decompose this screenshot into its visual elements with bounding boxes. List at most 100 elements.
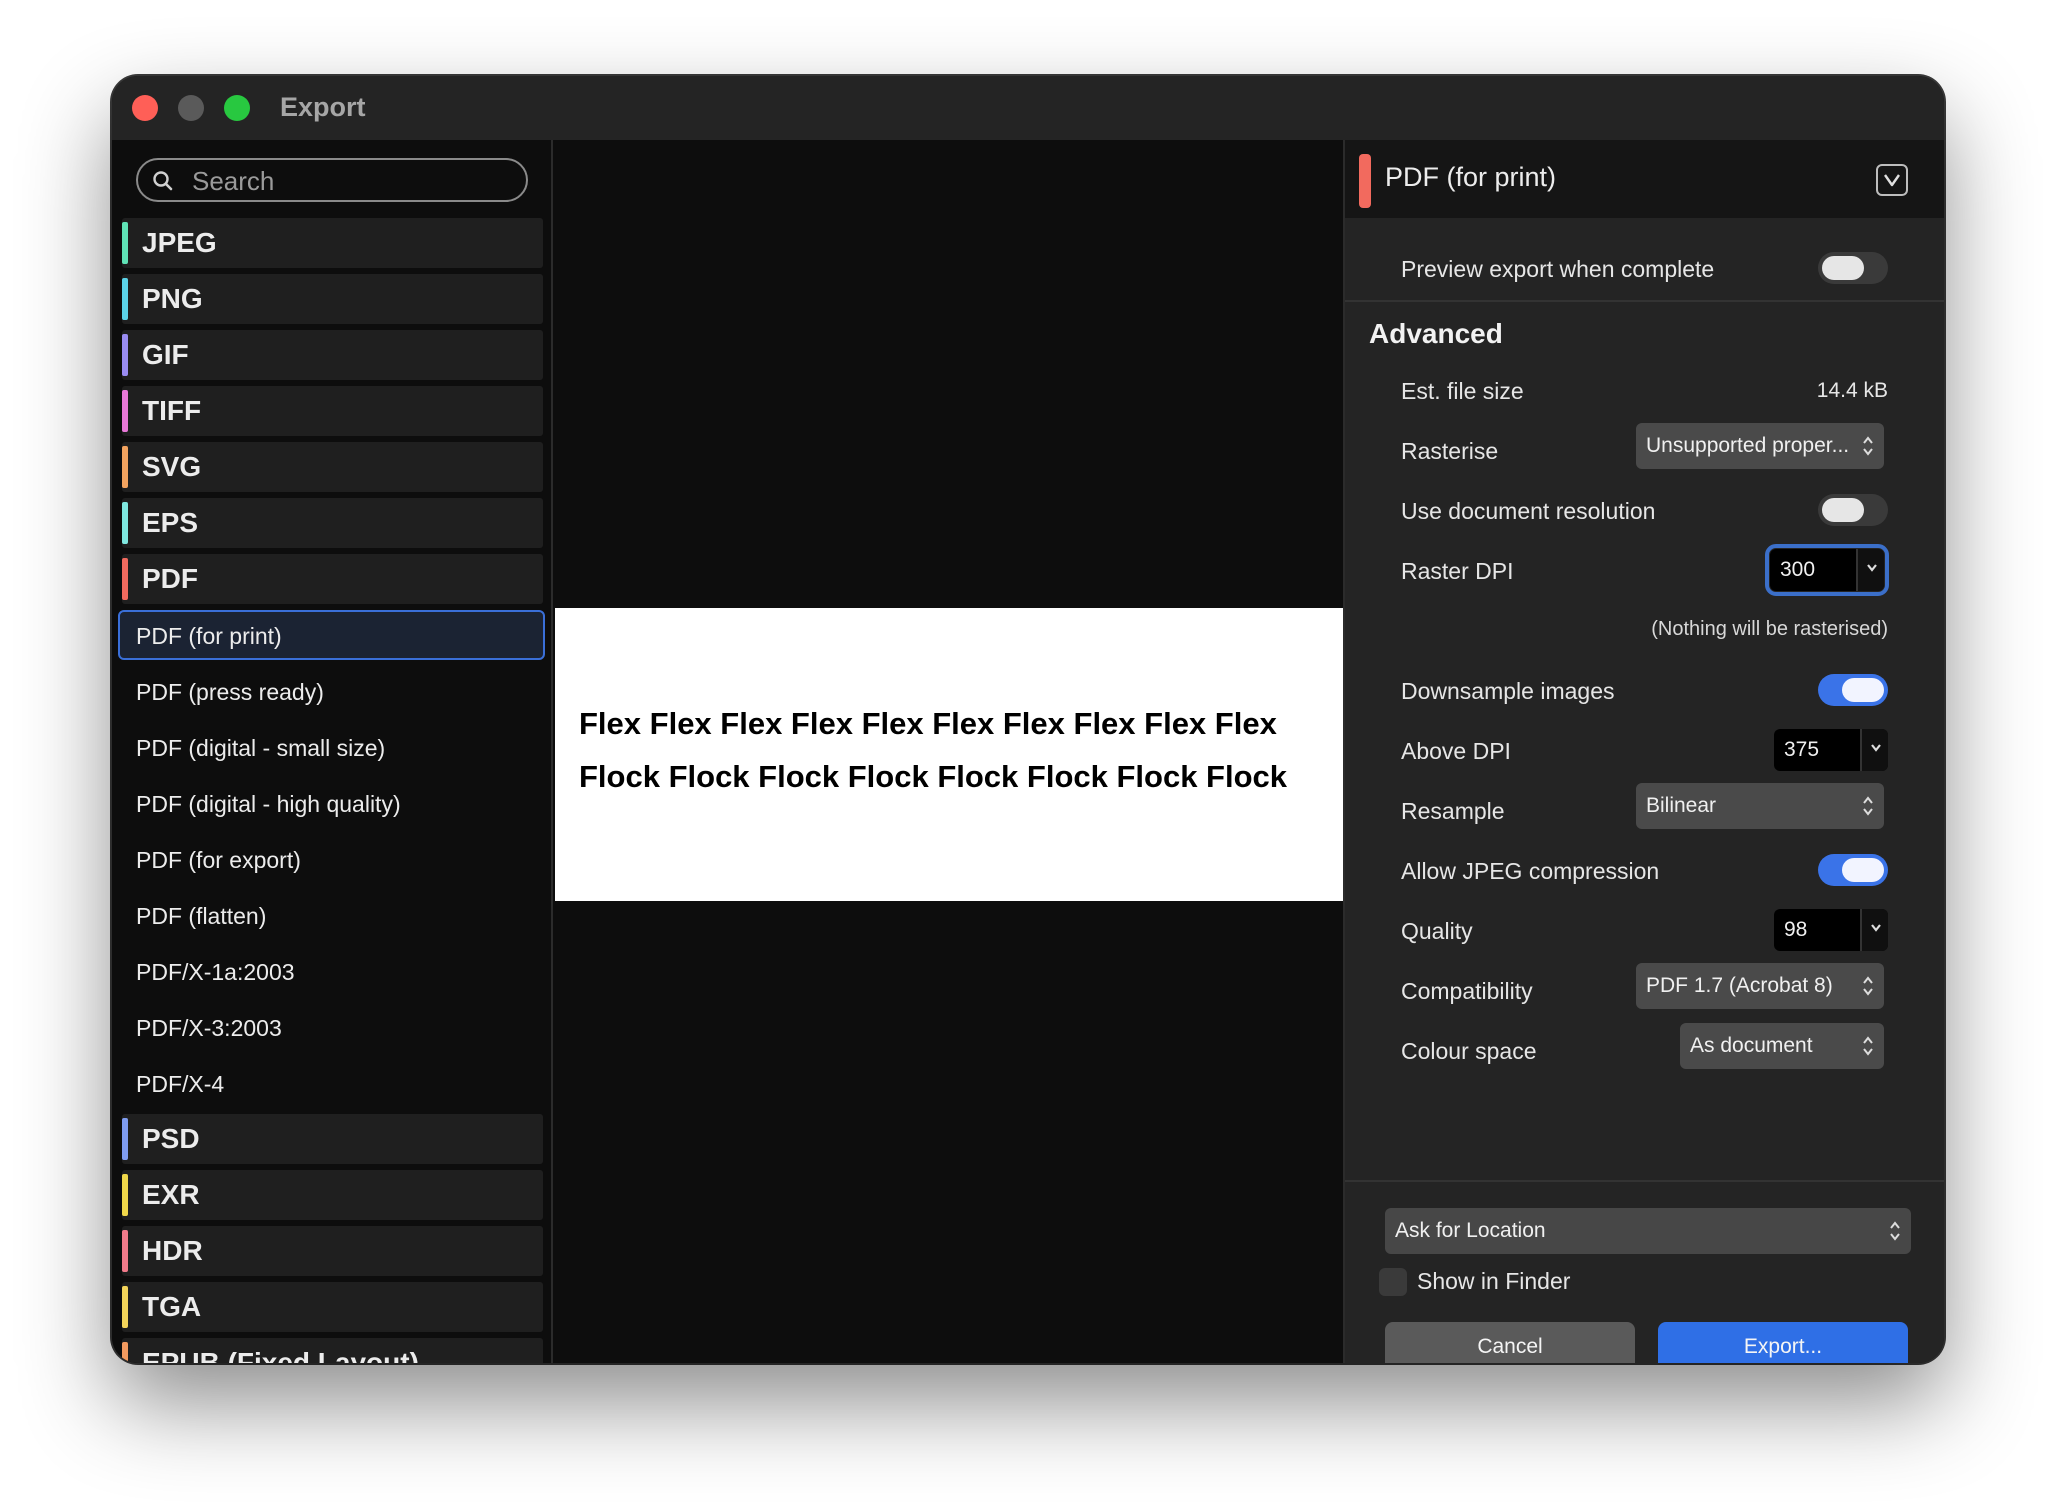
format-group-item[interactable]: EPUB (Fixed Layout): [122, 1338, 543, 1363]
preset-item-selected[interactable]: PDF (for print): [118, 610, 545, 660]
format-group-label: JPEG: [142, 227, 217, 258]
preview-text-line-1: Flex Flex Flex Flex Flex Flex Flex Flex …: [579, 706, 1277, 741]
window-title: Export: [280, 92, 366, 122]
quality-combo[interactable]: 98: [1774, 909, 1888, 951]
allow-jpeg-compression-toggle[interactable]: [1818, 854, 1888, 886]
colour-space-popup[interactable]: As document: [1680, 1023, 1884, 1069]
toggle-knob: [1822, 498, 1864, 522]
maximize-window-button[interactable]: [224, 95, 250, 121]
preset-label: PDF/X-3:2003: [136, 1015, 282, 1041]
format-group-item[interactable]: HDR: [122, 1226, 543, 1276]
compatibility-label: Compatibility: [1401, 978, 1533, 1004]
resample-label: Resample: [1401, 798, 1505, 824]
format-group-label: GIF: [142, 339, 189, 370]
collapse-button[interactable]: [1876, 164, 1908, 196]
preset-header: PDF (for print): [1345, 140, 1944, 218]
search-icon: [153, 171, 173, 191]
chevron-down-icon: [1884, 174, 1900, 187]
format-group-item[interactable]: GIF: [122, 330, 543, 380]
preset-label: PDF/X-1a:2003: [136, 959, 295, 985]
preset-item[interactable]: PDF/X-4: [118, 1058, 545, 1108]
format-group-item[interactable]: PDF: [122, 554, 543, 604]
preset-item[interactable]: PDF (digital - high quality): [118, 778, 545, 828]
export-button[interactable]: Export...: [1658, 1322, 1908, 1363]
show-in-finder-label: Show in Finder: [1417, 1268, 1571, 1294]
format-color-bar: [122, 1174, 128, 1216]
format-color-bar: [122, 1342, 128, 1363]
preset-item[interactable]: PDF (press ready): [118, 666, 545, 716]
toggle-knob: [1842, 858, 1884, 882]
raster-dpi-value: 300: [1780, 558, 1816, 581]
format-group-item[interactable]: SVG: [122, 442, 543, 492]
rasterise-label: Rasterise: [1401, 438, 1499, 464]
settings-panel: PDF (for print) Preview export when comp…: [1343, 140, 1944, 1363]
resample-popup[interactable]: Bilinear: [1636, 783, 1884, 829]
format-group-item[interactable]: JPEG: [122, 218, 543, 268]
format-group-item[interactable]: TIFF: [122, 386, 543, 436]
export-preview: Flex Flex Flex Flex Flex Flex Flex Flex …: [555, 140, 1343, 1363]
format-color-bar: [122, 222, 128, 264]
raster-dpi-dropdown[interactable]: [1856, 549, 1884, 591]
quality-value: 98: [1784, 918, 1808, 941]
resample-value: Bilinear: [1646, 794, 1717, 817]
compatibility-value: PDF 1.7 (Acrobat 8): [1646, 974, 1833, 997]
up-down-arrows-icon: [1863, 436, 1873, 456]
format-group-item[interactable]: EXR: [122, 1170, 543, 1220]
raster-dpi-combo[interactable]: 300: [1765, 544, 1889, 596]
divider: [1345, 1180, 1944, 1182]
colour-space-label: Colour space: [1401, 1038, 1537, 1064]
preset-item[interactable]: PDF (flatten): [118, 890, 545, 940]
format-color-bar: [122, 278, 128, 320]
title-bar: Export: [112, 76, 1944, 140]
location-value: Ask for Location: [1395, 1219, 1546, 1242]
search-input[interactable]: Search: [136, 158, 528, 202]
colour-space-value: As document: [1690, 1034, 1813, 1057]
preview-when-complete-toggle[interactable]: [1818, 252, 1888, 284]
format-group-item[interactable]: PSD: [122, 1114, 543, 1164]
format-group-label: PDF: [142, 563, 198, 594]
chevron-down-icon: [1871, 744, 1881, 752]
above-dpi-combo[interactable]: 375: [1774, 729, 1888, 771]
location-popup[interactable]: Ask for Location: [1385, 1208, 1911, 1254]
preset-label: PDF (digital - small size): [136, 735, 386, 761]
preview-when-complete-label: Preview export when complete: [1401, 256, 1715, 282]
close-window-button[interactable]: [132, 95, 158, 121]
cancel-button[interactable]: Cancel: [1385, 1322, 1635, 1363]
format-group-label: EPUB (Fixed Layout): [142, 1347, 419, 1364]
format-sidebar: Search JPEG PNG GIF TIFF SVG EPS PDF PDF (for p…: [112, 140, 553, 1363]
format-color-bar: [122, 446, 128, 488]
format-group-item[interactable]: TGA: [122, 1282, 543, 1332]
preset-label: PDF (digital - high quality): [136, 791, 401, 817]
format-color-bar: [122, 1118, 128, 1160]
downsample-images-label: Downsample images: [1401, 678, 1615, 704]
raster-hint: (Nothing will be rasterised): [1651, 618, 1888, 640]
preset-item[interactable]: PDF (for export): [118, 834, 545, 884]
up-down-arrows-icon: [1863, 796, 1873, 816]
format-list: JPEG PNG GIF TIFF SVG EPS PDF PDF (for print) PD…: [112, 218, 551, 1363]
rasterise-popup[interactable]: Unsupported proper...: [1636, 423, 1884, 469]
compatibility-popup[interactable]: PDF 1.7 (Acrobat 8): [1636, 963, 1884, 1009]
preset-item[interactable]: PDF/X-1a:2003: [118, 946, 545, 996]
format-color-bar: [122, 558, 128, 600]
preset-title: PDF (for print): [1385, 162, 1557, 192]
raster-dpi-label: Raster DPI: [1401, 558, 1514, 584]
minimize-window-button[interactable]: [178, 95, 204, 121]
show-in-finder-checkbox[interactable]: [1379, 1268, 1407, 1296]
quality-dropdown[interactable]: [1860, 909, 1888, 951]
chevron-down-icon: [1867, 564, 1877, 572]
downsample-images-toggle[interactable]: [1818, 674, 1888, 706]
format-group-label: SVG: [142, 451, 202, 482]
use-document-resolution-toggle[interactable]: [1818, 494, 1888, 526]
format-color-bar: [122, 334, 128, 376]
format-color-bar: [122, 1286, 128, 1328]
format-group-item[interactable]: EPS: [122, 498, 543, 548]
format-group-label: TIFF: [142, 395, 202, 426]
export-window: Export Search JPEG PNG GIF TIFF SVG EPS PDF PDF…: [112, 76, 1944, 1363]
above-dpi-dropdown[interactable]: [1860, 729, 1888, 771]
format-color-bar: [122, 502, 128, 544]
preset-item[interactable]: PDF (digital - small size): [118, 722, 545, 772]
use-document-resolution-label: Use document resolution: [1401, 498, 1656, 524]
preset-item[interactable]: PDF/X-3:2003: [118, 1002, 545, 1052]
format-group-item[interactable]: PNG: [122, 274, 543, 324]
format-color-bar: [122, 1230, 128, 1272]
